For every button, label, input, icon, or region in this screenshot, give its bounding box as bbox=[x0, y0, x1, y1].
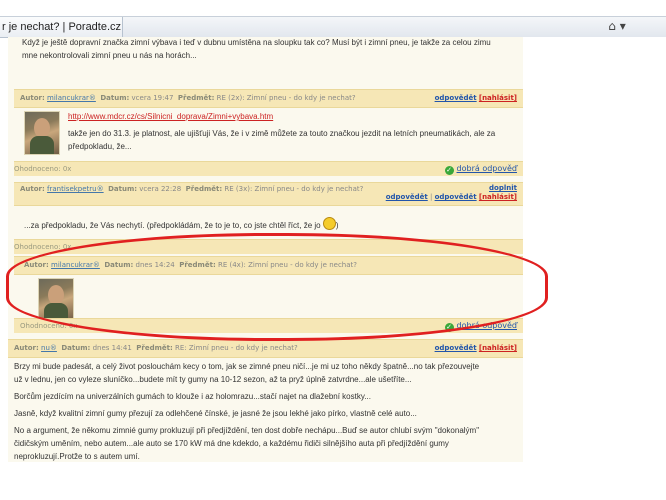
post-text-line: Když je ještě dopravní značka zimní výba… bbox=[22, 38, 491, 47]
post-text: http://www.mdcr.cz/cs/Silnicni_doprava/Z… bbox=[68, 110, 518, 153]
status-area bbox=[0, 462, 666, 500]
post-text: ...za předpokladu, že Vás nechytí. (před… bbox=[24, 217, 519, 232]
post-text-line: No a argument, že někomu zimnié gumy pro… bbox=[14, 426, 480, 435]
post-text: Brzy mi bude padesát, a celý život poslo… bbox=[14, 360, 520, 462]
rating-count: Ohodnoceno: 0x bbox=[14, 165, 72, 173]
forum-post-4: Autor: nu® Datum: dnes 14:41 Předmět: RE… bbox=[8, 339, 523, 462]
report-link[interactable]: [nahlásit] bbox=[479, 344, 517, 352]
post-text-line: mne nekontrolovali zimní pneu u nás na h… bbox=[22, 51, 197, 60]
browser-tab[interactable]: r je nechat? | Poradte.cz bbox=[0, 17, 123, 37]
page-margin bbox=[523, 37, 666, 462]
post-text-line: neprokluzují.Protže to s autem umí. bbox=[14, 452, 140, 461]
avatar bbox=[24, 111, 60, 155]
post-text-line: ...za předpokladu, že Vás nechytí. (před… bbox=[24, 221, 321, 230]
post-text-line: Jasně, když kvalitní zimní gumy přezují … bbox=[14, 409, 417, 418]
post-text-line: Borčům jezdícím na univerzálních gumách … bbox=[14, 392, 371, 401]
good-answer-link[interactable]: dobrá odpověď bbox=[457, 164, 517, 173]
highlight-oval bbox=[6, 233, 548, 341]
author-label: Autor: bbox=[20, 94, 45, 102]
rating-bar: Ohodnoceno: 0x ✓ dobrá odpověď bbox=[14, 161, 523, 176]
date-label: Datum: bbox=[108, 185, 138, 193]
date-label: Datum: bbox=[61, 344, 91, 352]
post-subject: RE: Zimní pneu - do kdy je nechat? bbox=[175, 344, 298, 352]
top-strip bbox=[0, 0, 666, 14]
post-subject: RE (2x): Zimní pneu - do kdy je nechat? bbox=[216, 94, 356, 102]
post-date: vcera 22:28 bbox=[139, 185, 182, 193]
reply-link[interactable]: odpovědět bbox=[435, 344, 477, 352]
report-link[interactable]: [nahlásit] bbox=[479, 94, 517, 102]
post-text-line: takže jen do 31.3. je platnost, ale ujiš… bbox=[68, 129, 496, 138]
complete-link[interactable]: doplnit bbox=[489, 184, 517, 192]
author-label: Autor: bbox=[20, 185, 45, 193]
home-icon[interactable]: ⌂ ▾ bbox=[602, 18, 632, 35]
post-header: Autor: milancukrar® Datum: vcera 19:47 P… bbox=[14, 89, 523, 108]
reply-link[interactable]: odpovědět bbox=[435, 94, 477, 102]
smiley-icon bbox=[322, 217, 336, 230]
browser-tabbar: r je nechat? | Poradte.cz ⌂ ▾ bbox=[0, 16, 666, 38]
author-label: Autor: bbox=[14, 344, 39, 352]
post-date: vcera 19:47 bbox=[131, 94, 174, 102]
post-text-line: předpokladu, že... bbox=[68, 142, 132, 151]
author-link[interactable]: nu® bbox=[41, 344, 57, 352]
post-text-line: čidičským uměním, nebo autem...ale auto … bbox=[14, 439, 449, 448]
date-label: Datum: bbox=[100, 94, 130, 102]
post-text-end: ) bbox=[335, 221, 339, 230]
reply-link[interactable]: odpovědět bbox=[435, 193, 477, 201]
post-text: Když je ještě dopravní značka zimní výba… bbox=[22, 37, 522, 62]
subject-label: Předmět: bbox=[136, 344, 173, 352]
post-header: Autor: nu® Datum: dnes 14:41 Předmět: RE… bbox=[8, 339, 523, 358]
post-link[interactable]: http://www.mdcr.cz/cs/Silnicni_doprava/Z… bbox=[68, 112, 273, 121]
post-text-line: Brzy mi bude padesát, a celý život poslo… bbox=[14, 362, 480, 371]
author-link[interactable]: milancukrar® bbox=[47, 94, 96, 102]
report-link[interactable]: [nahlásit] bbox=[479, 193, 517, 201]
post-text-line: už v lednu, jen co vyleze sluníčko...bud… bbox=[14, 375, 412, 384]
subject-label: Předmět: bbox=[185, 185, 223, 193]
post-header: Autor: frantisekpetru® Datum: vcera 22:2… bbox=[14, 182, 523, 206]
author-link[interactable]: frantisekpetru® bbox=[47, 185, 104, 193]
post-subject: RE (3x): Zimní pneu - do kdy je nechat? bbox=[224, 185, 364, 193]
subject-label: Předmět: bbox=[177, 94, 215, 102]
post-date: dnes 14:41 bbox=[92, 344, 132, 352]
page-content: Když je ještě dopravní značka zimní výba… bbox=[0, 37, 666, 462]
check-icon: ✓ bbox=[444, 166, 454, 175]
reply-link[interactable]: odpovědět bbox=[386, 193, 428, 201]
forum-post-0: Když je ještě dopravní značka zimní výba… bbox=[14, 37, 523, 87]
forum-post-1: Autor: milancukrar® Datum: vcera 19:47 P… bbox=[14, 89, 523, 176]
